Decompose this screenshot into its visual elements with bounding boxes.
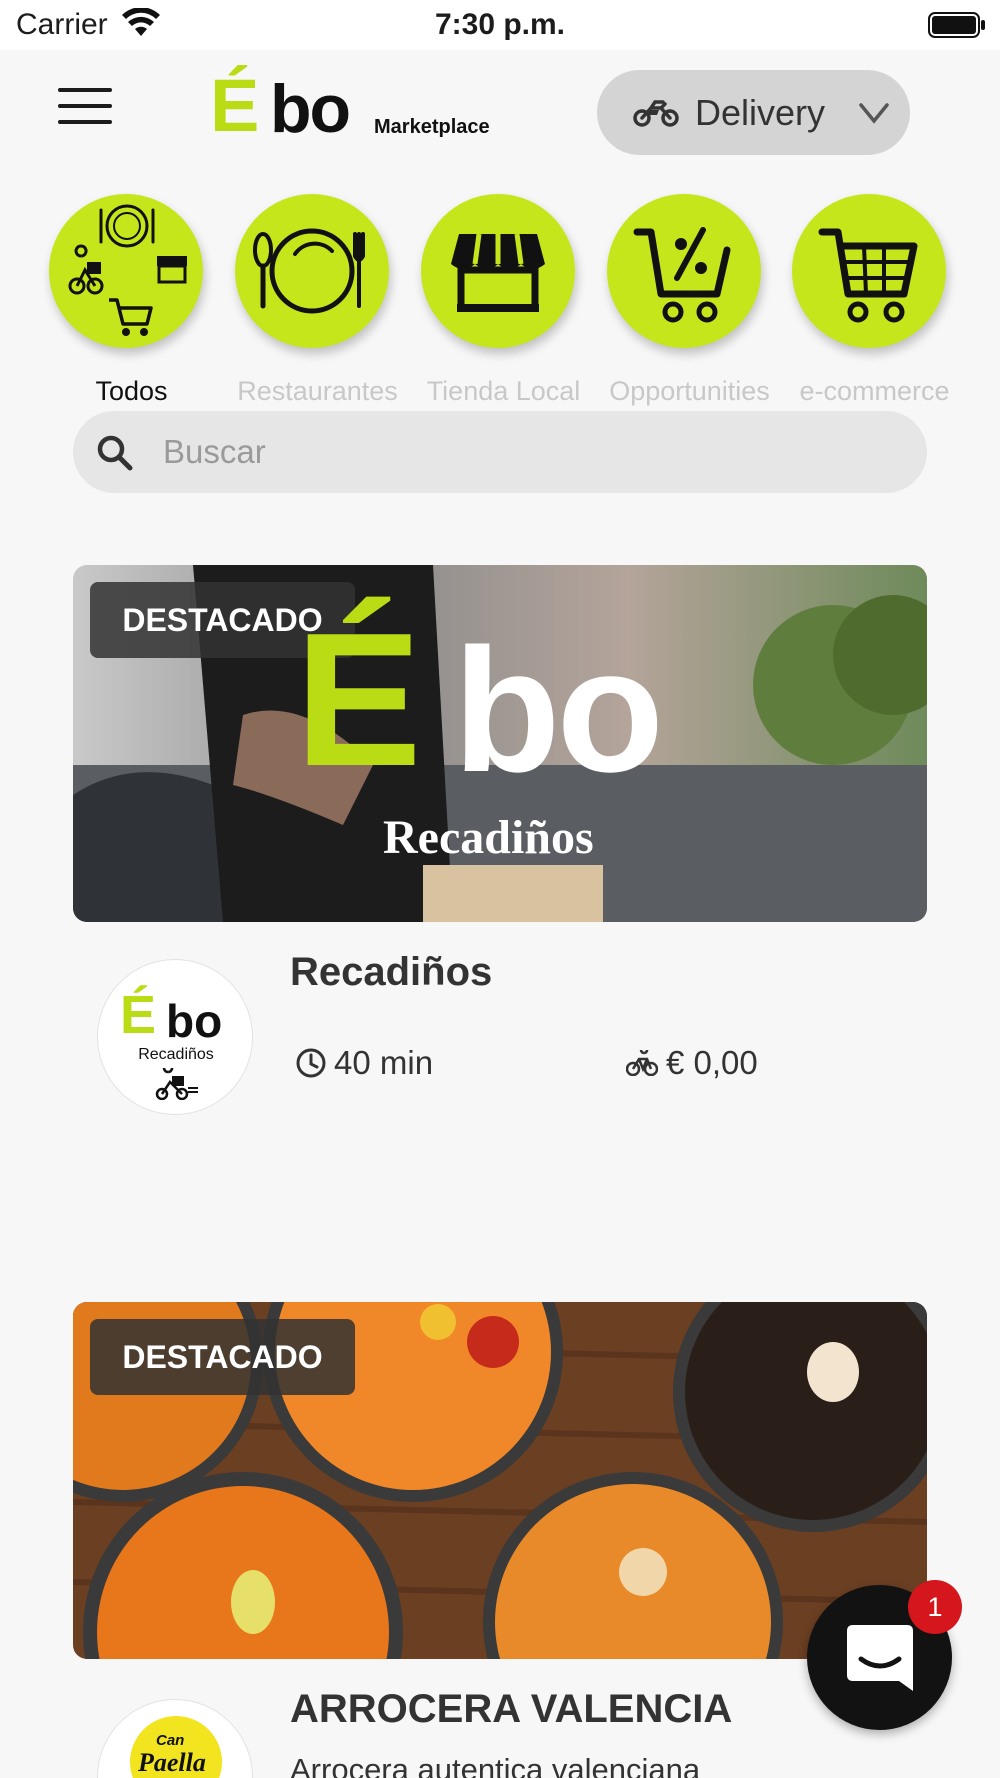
motorcycle-icon <box>633 100 679 127</box>
discount-cart-icon <box>633 227 731 323</box>
banner-logo-bo: bo <box>453 613 664 809</box>
store-description: Arrocera autentica valenciana <box>290 1752 701 1778</box>
category-label: e-commerce <box>799 376 950 406</box>
category-tienda-local[interactable]: Tienda Local <box>421 190 591 410</box>
delivery-fee: € 0,00 <box>666 1044 758 1081</box>
store-logo-recadinos: É bo Recadiños <box>97 959 253 1115</box>
category-label: Tienda Local <box>426 376 581 406</box>
banner-logo-e: É <box>295 594 422 806</box>
hamburger-icon[interactable] <box>58 88 116 128</box>
category-opportunities[interactable]: Opportunities <box>607 190 777 410</box>
clock-icon <box>296 1048 326 1078</box>
banner-subtitle: Recadiños <box>383 811 594 864</box>
delivery-label: Delivery <box>695 92 826 133</box>
category-label: Opportunities <box>609 376 770 406</box>
chevron-down-icon <box>859 103 889 124</box>
battery-icon <box>928 12 985 38</box>
chat-icon <box>847 1625 913 1691</box>
featured-badge: DESTACADO <box>90 1319 355 1395</box>
store-name[interactable]: ARROCERA VALENCIA <box>290 1687 732 1732</box>
store-banner-recadinos[interactable]: DESTACADO É bo Recadiños <box>73 565 927 922</box>
store-logo-can-paella: Can Paella <box>97 1699 253 1778</box>
category-label: Todos <box>95 376 168 406</box>
delivery-time: 40 min <box>334 1044 434 1081</box>
store-name[interactable]: Recadiños <box>290 950 492 995</box>
search-icon <box>97 435 133 471</box>
chat-unread-badge: 1 <box>908 1580 962 1634</box>
storefront-icon <box>451 233 545 312</box>
store-banner-arrocera-valencia[interactable]: DESTACADO <box>73 1302 927 1659</box>
delivery-mode-dropdown[interactable]: Delivery <box>597 70 910 155</box>
plate-cutlery-icon <box>253 228 365 314</box>
category-label: Restaurantes <box>237 376 398 406</box>
status-time: 7:30 p.m. <box>434 8 566 41</box>
bicycle-icon <box>626 1050 658 1076</box>
search-input[interactable] <box>163 411 903 493</box>
category-restaurantes[interactable]: Restaurantes <box>235 190 405 410</box>
status-bar: Carrier 7:30 p.m. <box>0 0 1000 50</box>
shopping-cart-icon <box>818 228 918 323</box>
category-e-commerce[interactable]: e-commerce <box>792 190 962 410</box>
search-bar[interactable] <box>73 411 927 493</box>
category-selector: Todos Restaurantes Tienda Local Opportun… <box>0 190 1000 410</box>
ebo-marketplace-logo: É bo Marketplace <box>210 64 490 147</box>
todos-icon <box>68 204 187 336</box>
delivery-rider-icon <box>155 1068 198 1100</box>
category-todos[interactable]: Todos <box>49 190 219 410</box>
